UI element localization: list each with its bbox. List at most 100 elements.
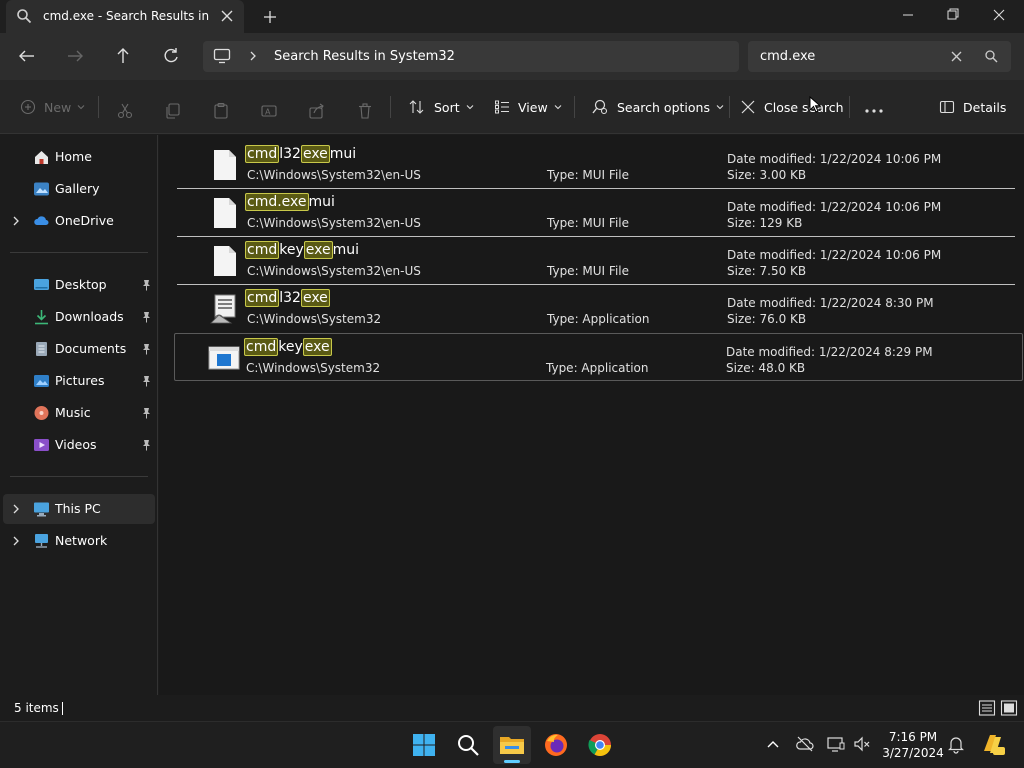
music-icon bbox=[34, 406, 49, 420]
details-button[interactable]: Details bbox=[939, 94, 1006, 120]
home-icon bbox=[35, 151, 48, 164]
search-input[interactable]: cmd.exe bbox=[760, 49, 815, 64]
details-view-icon[interactable] bbox=[978, 699, 996, 717]
file-type: Type: MUI File bbox=[547, 216, 629, 230]
new-tab-icon[interactable] bbox=[259, 6, 281, 28]
sidebar-item-label: Documents bbox=[55, 341, 127, 356]
divider bbox=[729, 96, 730, 118]
chevron-right-icon[interactable] bbox=[247, 50, 259, 62]
address-bar[interactable]: Search Results in System32 bbox=[203, 41, 739, 72]
file-name: cmd l32 exe mui bbox=[245, 145, 357, 163]
chevron-right-icon[interactable] bbox=[11, 215, 21, 227]
system-clock[interactable]: 7:16 PM 3/27/2024 bbox=[879, 729, 947, 761]
sidebar-item-music[interactable]: Music bbox=[0, 398, 158, 428]
sidebar-item-gallery[interactable]: Gallery bbox=[0, 174, 158, 204]
file-name: cmd l32 exe bbox=[245, 289, 330, 307]
copilot-icon[interactable] bbox=[980, 731, 1006, 757]
chevron-right-icon[interactable] bbox=[11, 503, 21, 515]
close-search-button[interactable]: Close search bbox=[740, 94, 844, 120]
sidebar-item-downloads[interactable]: Downloads bbox=[0, 302, 158, 332]
file-name: cmd key exe bbox=[244, 338, 332, 356]
search-options-button[interactable]: Search options bbox=[591, 94, 724, 120]
sidebar-item-this-pc[interactable]: This PC bbox=[3, 494, 155, 524]
pin-icon[interactable] bbox=[141, 407, 152, 419]
pin-icon[interactable] bbox=[141, 439, 152, 451]
pin-icon[interactable] bbox=[141, 311, 152, 323]
sort-icon bbox=[409, 100, 424, 114]
sidebar-item-documents[interactable]: Documents bbox=[0, 334, 158, 364]
breadcrumb[interactable]: Search Results in System32 bbox=[274, 49, 455, 64]
svg-text:A: A bbox=[265, 108, 271, 117]
computer-icon bbox=[213, 48, 231, 64]
taskbar-search-button[interactable] bbox=[449, 726, 487, 764]
file-date-modified: Date modified: 1/22/2024 10:06 PM bbox=[727, 200, 942, 214]
onedrive-offline-icon[interactable] bbox=[795, 734, 815, 754]
start-button[interactable] bbox=[405, 726, 443, 764]
refresh-icon[interactable] bbox=[158, 43, 184, 69]
sidebar-item-label: Pictures bbox=[55, 373, 105, 388]
search-box[interactable]: cmd.exe bbox=[748, 41, 1011, 72]
delete-icon[interactable] bbox=[356, 98, 374, 124]
search-results-list: cmd l32 exe mui C:\Windows\System32\en-US T… bbox=[159, 135, 1024, 695]
close-window-icon[interactable] bbox=[976, 0, 1022, 33]
file-type: Type: MUI File bbox=[547, 168, 629, 182]
search-icon[interactable] bbox=[984, 49, 999, 64]
cut-icon[interactable] bbox=[116, 98, 134, 124]
file-path: C:\Windows\System32\en-US bbox=[247, 168, 421, 182]
minimize-icon[interactable] bbox=[885, 0, 931, 33]
sidebar-item-pictures[interactable]: Pictures bbox=[0, 366, 158, 396]
file-date-modified: Date modified: 1/22/2024 8:29 PM bbox=[726, 345, 933, 359]
list-item[interactable]: cmd l32 exe mui C:\Windows\System32\en-US T… bbox=[177, 141, 1015, 189]
display-icon[interactable] bbox=[826, 734, 846, 754]
notification-bell-icon[interactable] bbox=[946, 734, 966, 754]
back-arrow-icon[interactable] bbox=[14, 43, 40, 69]
close-tab-icon[interactable] bbox=[218, 7, 236, 25]
view-button[interactable]: View bbox=[494, 94, 562, 120]
large-icons-view-icon[interactable] bbox=[1000, 699, 1018, 717]
list-item[interactable]: cmd key exe C:\Windows\System32 Type: Appl… bbox=[174, 333, 1023, 381]
paste-icon[interactable] bbox=[212, 98, 230, 124]
this-pc-icon bbox=[34, 502, 49, 517]
sidebar-item-onedrive[interactable]: OneDrive bbox=[0, 206, 158, 236]
list-item[interactable]: cmd key exe mui C:\Windows\System32\en-US T… bbox=[177, 237, 1015, 285]
copy-icon[interactable] bbox=[164, 98, 182, 124]
chevron-up-icon[interactable] bbox=[763, 734, 783, 754]
active-indicator bbox=[504, 760, 520, 763]
clear-search-icon[interactable] bbox=[949, 49, 964, 64]
list-item[interactable]: cmd.exe mui C:\Windows\System32\en-US Typ… bbox=[177, 189, 1015, 237]
file-size: Size: 129 KB bbox=[727, 216, 803, 230]
firefox-icon bbox=[545, 734, 567, 756]
sidebar-item-network[interactable]: Network bbox=[0, 526, 158, 556]
pin-icon[interactable] bbox=[141, 375, 152, 387]
new-button[interactable]: New bbox=[20, 94, 85, 120]
forward-arrow-icon[interactable] bbox=[62, 43, 88, 69]
chevron-right-icon[interactable] bbox=[11, 535, 21, 547]
sidebar-item-videos[interactable]: Videos bbox=[0, 430, 158, 460]
title-bar: cmd.exe - Search Results in Sy bbox=[0, 0, 1024, 33]
sidebar-item-label: OneDrive bbox=[55, 213, 114, 228]
view-list-icon bbox=[495, 100, 509, 114]
more-options-icon[interactable] bbox=[864, 98, 884, 124]
tab-search-results[interactable]: cmd.exe - Search Results in Sy bbox=[6, 0, 244, 33]
new-label: New bbox=[44, 99, 72, 115]
volume-muted-icon[interactable] bbox=[852, 734, 872, 754]
search-icon bbox=[458, 735, 479, 756]
details-label: Details bbox=[963, 99, 1007, 115]
taskbar-firefox[interactable] bbox=[537, 726, 575, 764]
sidebar-item-desktop[interactable]: Desktop bbox=[0, 270, 158, 300]
pin-icon[interactable] bbox=[141, 279, 152, 291]
pin-icon[interactable] bbox=[141, 343, 152, 355]
restore-icon[interactable] bbox=[930, 0, 976, 33]
file-icon bbox=[214, 198, 236, 228]
list-item[interactable]: cmd l32 exe C:\Windows\System32 Type: Appl… bbox=[177, 285, 1015, 333]
sort-button[interactable]: Sort bbox=[408, 94, 474, 120]
rename-icon[interactable]: A bbox=[260, 98, 278, 124]
up-arrow-icon[interactable] bbox=[110, 43, 136, 69]
share-icon[interactable] bbox=[308, 98, 326, 124]
chevron-down-icon bbox=[466, 105, 474, 110]
taskbar-file-explorer[interactable] bbox=[493, 726, 531, 764]
gallery-icon bbox=[34, 182, 49, 196]
sidebar-item-home[interactable]: Home bbox=[0, 142, 158, 172]
taskbar-chrome[interactable] bbox=[581, 726, 619, 764]
network-icon bbox=[35, 534, 48, 548]
